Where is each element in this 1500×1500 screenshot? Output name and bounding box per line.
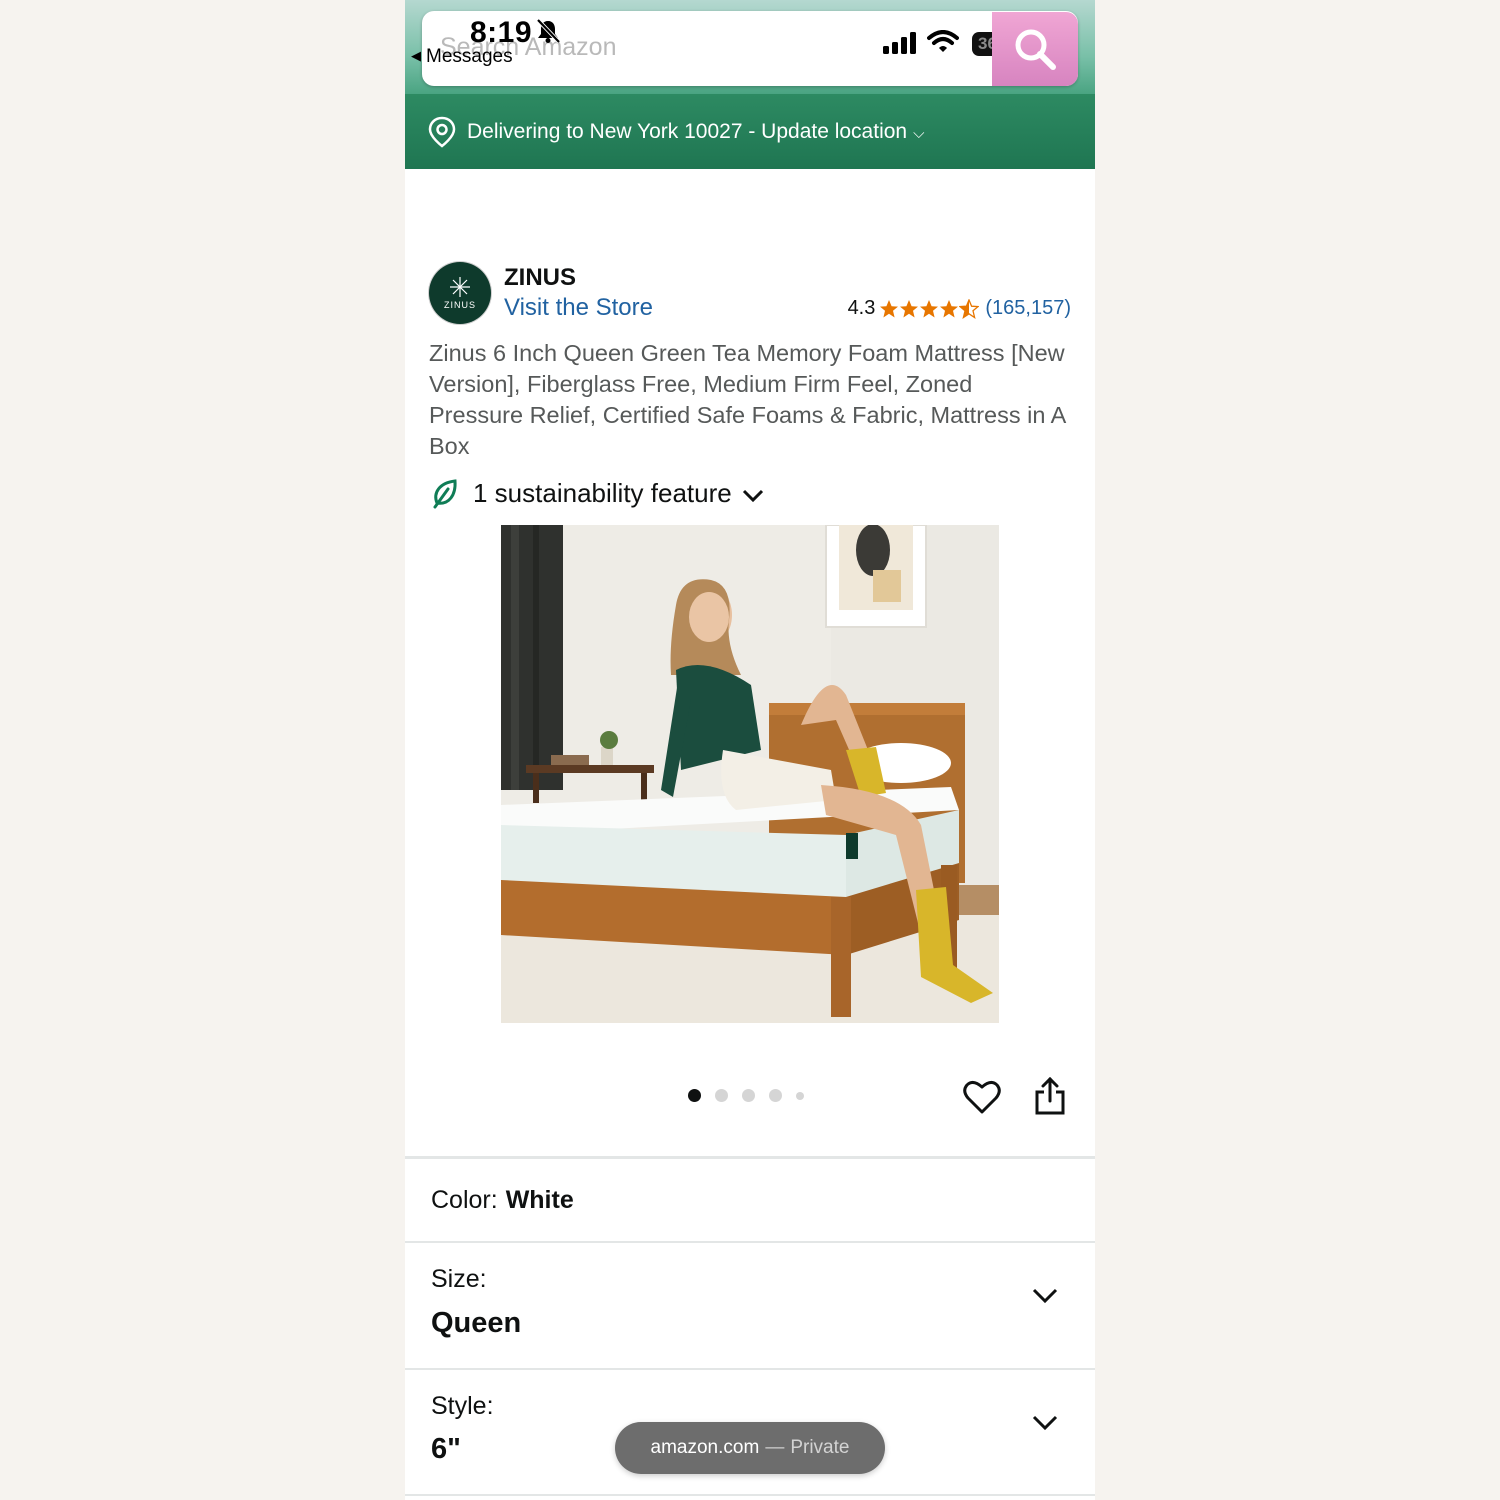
star-half-icon	[959, 298, 980, 319]
color-label: Color:	[431, 1186, 498, 1214]
divider	[405, 1368, 1095, 1370]
brand-name: ZINUS	[504, 264, 576, 291]
color-value: White	[505, 1186, 574, 1214]
star-full-icon	[880, 299, 899, 317]
rating-value: 4.3	[847, 297, 876, 319]
search-button[interactable]	[992, 12, 1078, 86]
section-divider	[405, 1156, 1095, 1159]
style-label: Style:	[431, 1392, 494, 1420]
chevron-down-icon: ⌵	[913, 125, 925, 142]
leaf-icon	[433, 478, 457, 508]
url-domain: amazon.com	[650, 1437, 760, 1458]
size-value: Queen	[431, 1307, 522, 1339]
size-label: Size:	[431, 1265, 487, 1293]
brand-logo[interactable]: ZINUS	[429, 262, 491, 324]
carousel-dot[interactable]	[742, 1089, 755, 1102]
cellular-signal-icon	[883, 32, 916, 54]
star-rating	[879, 298, 980, 319]
delivery-text: Delivering to New York 10027 - Update lo…	[467, 119, 908, 143]
brand-logo-emblem-icon	[450, 277, 470, 297]
location-pin-icon	[428, 116, 456, 148]
chevron-down-icon[interactable]	[1031, 1287, 1059, 1305]
product-image[interactable]	[501, 525, 999, 1023]
carousel-dot[interactable]	[769, 1089, 782, 1102]
back-label: Messages	[426, 46, 513, 67]
product-photo-illustration	[501, 525, 999, 1023]
rating-count-link[interactable]: (165,157)	[985, 297, 1071, 320]
carousel-dot[interactable]	[715, 1089, 728, 1102]
product-title: Zinus 6 Inch Queen Green Tea Memory Foam…	[429, 340, 1066, 459]
back-to-messages[interactable]: ◀ Messages	[411, 46, 513, 68]
bell-muted-icon	[536, 18, 561, 44]
sustainability-label: 1 sustainability feature	[473, 478, 732, 508]
share-icon[interactable]	[1034, 1076, 1066, 1116]
browsing-mode: Private	[790, 1437, 850, 1458]
star-full-icon	[920, 299, 939, 317]
brand-logo-text: ZINUS	[444, 300, 476, 310]
url-separator: —	[765, 1437, 785, 1458]
phone-screen: Search Amazon 8:19 ◀ Messages 36 Deliver…	[405, 0, 1095, 1500]
back-triangle-icon: ◀	[411, 48, 421, 63]
carousel-dot[interactable]	[688, 1089, 701, 1102]
status-time: 8:19	[470, 16, 533, 49]
image-carousel-dots[interactable]	[688, 1089, 818, 1102]
divider	[405, 1241, 1095, 1243]
wifi-icon	[927, 30, 959, 52]
star-full-icon	[940, 299, 959, 317]
color-option: Color: White	[431, 1186, 574, 1215]
delivery-location-bar[interactable]: Delivering to New York 10027 - Update lo…	[405, 94, 1095, 169]
chevron-down-icon[interactable]	[1031, 1414, 1059, 1432]
magnifier-icon	[1015, 29, 1056, 70]
heart-icon[interactable]	[963, 1079, 1001, 1115]
star-full-icon	[900, 299, 919, 317]
style-value: 6"	[431, 1433, 461, 1465]
url-bar-pill[interactable]: amazon.com — Private	[615, 1422, 885, 1474]
carousel-dot[interactable]	[796, 1091, 804, 1100]
rating-summary[interactable]: 4.3 (165,157)	[848, 297, 1071, 320]
chevron-down-icon	[742, 489, 763, 502]
top-header: Search Amazon 8:19 ◀ Messages 36	[405, 0, 1095, 94]
visit-store-link[interactable]: Visit the Store	[504, 294, 653, 322]
sustainability-toggle[interactable]: 1 sustainability feature	[431, 478, 764, 509]
divider	[405, 1494, 1095, 1496]
